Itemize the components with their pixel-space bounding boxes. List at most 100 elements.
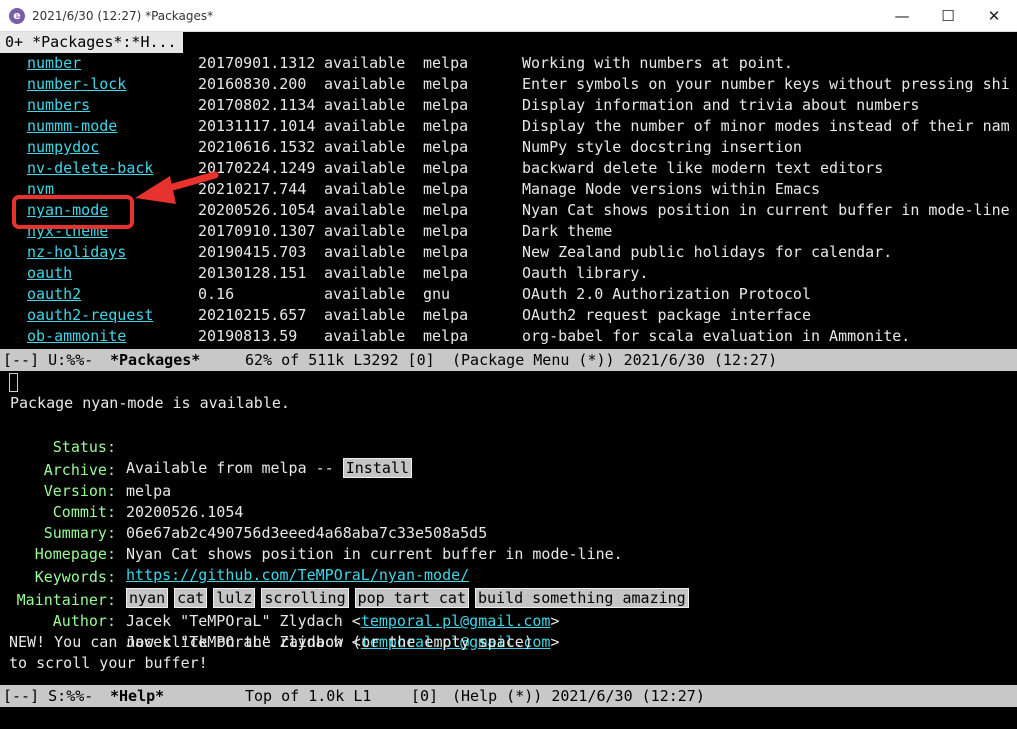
package-status: available [324,222,406,240]
package-name-link[interactable]: ob-ammonite [27,326,126,347]
package-row[interactable]: nummm-mode 20131117.1014 available melpa Dis… [0,116,1017,137]
package-row[interactable]: nyan-mode 20200526.1054 available melpa Nyan… [0,200,1017,221]
news-line-2: to scroll your buffer! [9,654,208,672]
modeline-flags: [--] U:%%- [3,351,94,369]
tab-line: 0+ *Packages*:*H... [0,32,1017,53]
package-status: available [324,306,406,324]
package-description: Working with numbers at point. [522,54,793,72]
package-status: available [324,264,406,282]
package-row[interactable]: oauth2-request 20210215.657 available melpa… [0,305,1017,326]
text-cursor [9,373,18,392]
package-description: New Zealand public holidays for calendar… [522,243,893,261]
package-version: 20170910.1307 [198,222,316,240]
minimize-button[interactable]: — [879,0,925,32]
echo-area[interactable] [0,707,1017,729]
package-row[interactable]: number-lock 20160830.200 available melpa Ent… [0,74,1017,95]
package-description: backward delete like modern text editors [522,159,884,177]
package-name-link[interactable]: nz-holidays [27,242,126,263]
package-archive: melpa [423,75,469,93]
package-archive: melpa [423,306,469,324]
status-row: Status: Available from melpa -- Install [0,416,1017,478]
package-description: NumPy style docstring insertion [522,138,802,156]
package-archive: gnu [423,285,451,303]
package-status: available [324,327,406,345]
package-description: OAuth2 request package interface [522,306,811,324]
package-version: 20200526.1054 [198,201,316,219]
package-status: available [324,96,406,114]
package-name-link[interactable]: oauth [27,263,72,284]
package-archive: melpa [423,201,469,219]
package-row[interactable]: nv-delete-back 20170224.1249 available melp… [0,158,1017,179]
package-version: 20160830.200 [198,75,307,93]
modeline-position: Top of 1.0k L1 [245,687,372,705]
package-name-link[interactable]: oauth2 [27,284,81,305]
package-row[interactable]: nyx-theme 20170910.1307 available melpa Dark… [0,221,1017,242]
maintainer-email-link[interactable]: temporal.pl@gmail.com [361,612,551,630]
package-description: Nyan Cat shows position in current buffe… [522,201,1010,219]
package-name-link[interactable]: number [27,53,81,74]
modeline-buffer-name[interactable]: *Packages* [110,349,200,371]
package-description: Manage Node versions within Emacs [522,180,821,198]
close-button[interactable]: ✕ [971,0,1017,32]
package-archive: melpa [423,327,469,345]
keywords-row: Keywords: nyan cat lulz scrolling pop tart c… [0,546,1017,608]
package-name-link[interactable]: nummm-mode [27,116,117,137]
package-version: 20190415.703 [198,243,307,261]
package-archive: melpa [423,243,469,261]
package-name-link[interactable]: oauth2-request [27,305,153,326]
package-row[interactable]: nvm 20210217.744 available melpa Manage Node… [0,179,1017,200]
package-status: available [324,180,406,198]
package-archive: melpa [423,264,469,282]
package-status: available [324,117,406,135]
modeline-position: 62% of 511k L3292 [0] [245,351,435,369]
package-row[interactable]: oauth 20130128.151 available melpa Oauth lib… [0,263,1017,284]
package-version: 20210215.657 [198,306,307,324]
package-version: 20131117.1014 [198,117,316,135]
package-row[interactable]: numpydoc 20210616.1532 available melpa NumPy… [0,137,1017,158]
package-status: available [324,54,406,72]
package-description: org-babel for scala evaluation in Ammoni… [522,327,911,345]
package-list: number 20170901.1312 available melpa Working… [0,53,1017,349]
package-status: available [324,243,406,261]
package-archive: melpa [423,180,469,198]
highlight-box [12,195,134,229]
package-name-link[interactable]: numpydoc [27,137,99,158]
package-version: 20130128.151 [198,264,307,282]
package-description: Oauth library. [522,264,649,282]
homepage-row: Homepage: https://github.com/TeMPOraL/ny… [34,545,470,584]
package-name-link[interactable]: nv-delete-back [27,158,153,179]
buffer-tab[interactable]: 0+ *Packages*:*H... [0,32,183,53]
package-status: available [324,159,406,177]
window-title: 2021/6/30 (12:27) *Packages* [32,9,214,23]
help-buffer: Package nyan-mode is available. Status: … [0,371,1017,685]
package-version: 20210616.1532 [198,138,316,156]
package-archive: melpa [423,117,469,135]
package-status: available [324,285,406,303]
modeline-mode[interactable]: (Help (*)) 2021/6/30 (12:27) [452,685,705,707]
modeline-flags: [--] S:%%- [3,687,94,705]
package-version: 20170802.1134 [198,96,316,114]
package-version: 20190813.59 [198,327,298,345]
package-row[interactable]: nz-holidays 20190415.703 available melpa New… [0,242,1017,263]
modeline-buffer-name[interactable]: *Help* [110,685,164,707]
package-status: available [324,75,406,93]
package-row[interactable]: numbers 20170802.1134 available melpa Displa… [0,95,1017,116]
package-name-link[interactable]: numbers [27,95,90,116]
modeline-count: [0] [411,687,439,705]
author-row: Author: Jacek "TeMPOraL" Zlydach <tempor… [52,612,560,651]
news-line-1: NEW! You can now click on the rainbow (o… [9,633,533,651]
package-status: available [324,201,406,219]
modeline-mode[interactable]: (Package Menu (*)) 2021/6/30 (12:27) [452,349,777,371]
package-archive: melpa [423,222,469,240]
package-row[interactable]: oauth2 0.16 available gnu OAuth 2.0 Authoriz… [0,284,1017,305]
package-archive: melpa [423,96,469,114]
package-description: Enter symbols on your number keys withou… [522,75,1010,93]
modeline-help: [--] S:%%- *Help* Top of 1.0k L1 [0] (He… [0,685,1017,707]
commit-row: Commit: 06e67ab2c490756d3eeed4a68aba7c33… [52,503,488,542]
maximize-button[interactable]: ☐ [925,0,971,32]
package-name-link[interactable]: number-lock [27,74,126,95]
package-row[interactable]: number 20170901.1312 available melpa Working… [0,53,1017,74]
package-description: Dark theme [522,222,613,240]
package-row[interactable]: ob-ammonite 20190813.59 available melpa org-… [0,326,1017,347]
package-version: 20210217.744 [198,180,307,198]
